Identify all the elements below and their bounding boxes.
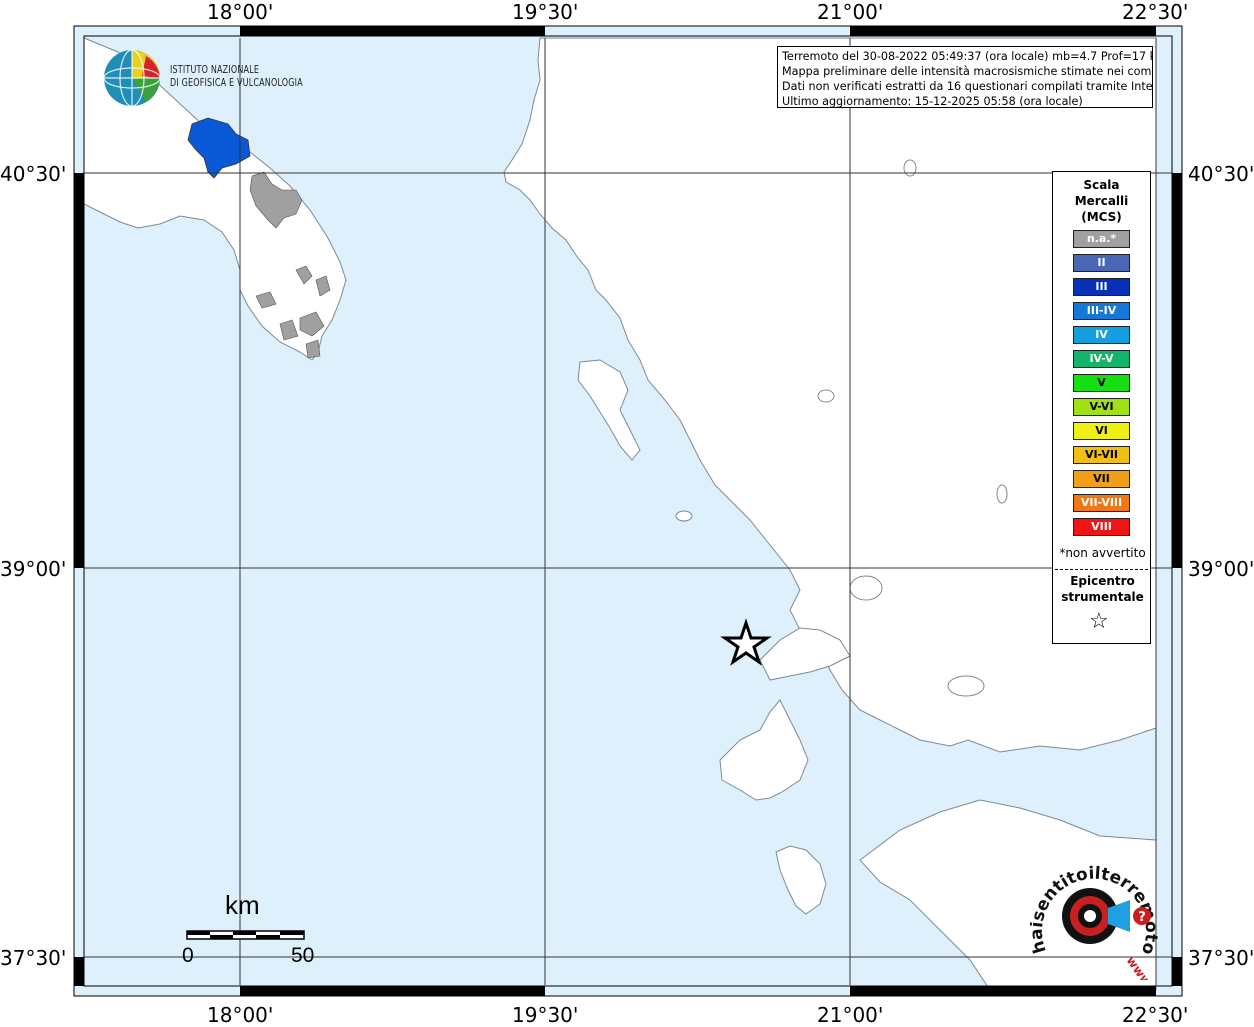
hst-www: www.: [1124, 954, 1157, 980]
info-line: Mappa preliminare delle intensità macros…: [782, 65, 1153, 78]
island: [675, 510, 693, 522]
ingv-logo-text: ISTITUTO NAZIONALE DI GEOFISICA E VULCAN…: [170, 64, 303, 90]
lon-label-top: 21°00': [817, 0, 884, 24]
lat-label-left: 40°30': [0, 162, 67, 186]
lon-label-top: 19°30': [512, 0, 579, 24]
scale-end: 50: [291, 944, 315, 967]
legend-swatch: VIII: [1073, 518, 1130, 536]
scale-start: 0: [182, 944, 194, 967]
lat-label-left: 37°30': [0, 946, 67, 970]
lat-label-right: 39°00': [1188, 557, 1254, 581]
ingv-globe-icon: [103, 49, 161, 107]
info-line: Dati non verificati estratti da 16 quest…: [782, 80, 1153, 93]
lat-label-left: 39°00': [0, 557, 67, 581]
legend-divider: [1055, 569, 1148, 570]
legend-epicenter-line: Epicentro: [1070, 574, 1135, 588]
legend-title-line: Mercalli: [1074, 194, 1129, 208]
legend-note: *non avvertito: [1059, 546, 1146, 560]
legend-swatch: VI: [1073, 422, 1130, 440]
ingv-line1: ISTITUTO NAZIONALE: [170, 64, 260, 76]
legend-epicenter-line: strumentale: [1061, 590, 1144, 604]
lon-label-bottom: 22°30': [1122, 1003, 1189, 1027]
info-line: Ultimo aggiornamento: 15-12-2025 05:58 (…: [782, 95, 1083, 108]
legend-swatch: VII-VIII: [1073, 494, 1130, 512]
haisentito-logo-icon: haisentitoilterremoto.it ? www.: [1030, 860, 1160, 980]
scale-bar-graphic: [186, 930, 305, 940]
epicenter-star-icon: ☆: [1089, 609, 1109, 634]
info-line: Terremoto del 30-08-2022 05:49:37 (ora l…: [782, 50, 1153, 63]
scale-unit: km: [225, 890, 260, 920]
lon-label-bottom: 19°30': [512, 1003, 579, 1027]
legend-swatch: III-IV: [1073, 302, 1130, 320]
legend-title: Scala Mercalli (MCS): [1053, 177, 1150, 225]
island: [903, 159, 917, 177]
legend-swatch: IV-V: [1073, 350, 1130, 368]
lat-label-right: 40°30': [1188, 162, 1254, 186]
legend-title-line: Scala: [1083, 178, 1120, 192]
earthquake-info-box: Terremoto del 30-08-2022 05:49:37 (ora l…: [777, 46, 1153, 108]
legend-swatch: VII: [1073, 470, 1130, 488]
legend-swatch: III: [1073, 278, 1130, 296]
lon-label-top: 18°00': [207, 0, 274, 24]
legend-swatch: II: [1073, 254, 1130, 272]
legend-swatch: V: [1073, 374, 1130, 392]
scale-bar: km 0 50: [170, 890, 330, 970]
legend-swatch: V-VI: [1073, 398, 1130, 416]
legend-swatch: n.a.*: [1073, 230, 1130, 248]
island: [947, 675, 985, 697]
lon-label-bottom: 21°00': [817, 1003, 884, 1027]
ingv-line2: DI GEOFISICA E VULCANOLOGIA: [170, 77, 303, 89]
mcs-legend: Scala Mercalli (MCS) n.a.* II III III-IV IV I…: [1052, 171, 1151, 644]
hst-question: ?: [1138, 910, 1146, 925]
lon-label-top: 22°30': [1122, 0, 1189, 24]
island: [849, 575, 883, 601]
legend-swatch: IV: [1073, 326, 1130, 344]
island: [996, 484, 1008, 504]
lon-label-bottom: 18°00': [207, 1003, 274, 1027]
island: [817, 389, 835, 403]
legend-title-line: (MCS): [1081, 210, 1122, 224]
lat-label-right: 37°30': [1188, 946, 1254, 970]
legend-epicenter-label: Epicentro strumentale: [1053, 573, 1152, 605]
legend-swatch: VI-VII: [1073, 446, 1130, 464]
